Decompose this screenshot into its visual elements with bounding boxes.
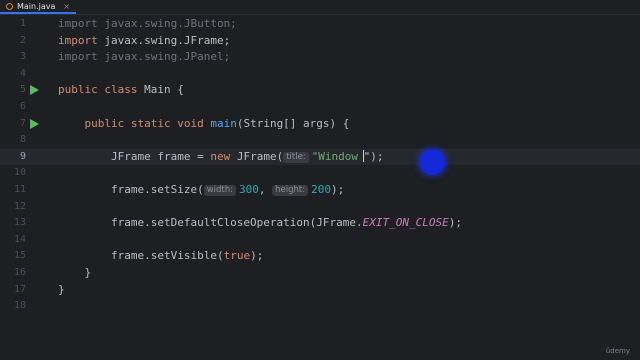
- parameter-hint: width:: [203, 185, 236, 196]
- line-number[interactable]: 1: [0, 16, 26, 33]
- code-text: frame.setSize(width: 300, height: 200);: [58, 182, 344, 199]
- code-token: }: [58, 266, 92, 279]
- code-text: frame.setVisible(true);: [58, 248, 263, 265]
- code-line[interactable]: 11 frame.setSize(width: 300, height: 200);: [0, 182, 640, 199]
- code-token: public class: [58, 83, 145, 97]
- line-number[interactable]: 2: [0, 33, 26, 50]
- code-token: import javax.swing.JButton;: [58, 17, 237, 30]
- watermark: ûdemy: [605, 347, 630, 355]
- code-token: import: [58, 33, 105, 47]
- tab-filename: Main.java: [17, 1, 56, 11]
- code-text: import javax.swing.JFrame;: [58, 33, 230, 50]
- line-number[interactable]: 18: [0, 298, 26, 315]
- code-line[interactable]: 5 public class Main {: [0, 82, 640, 99]
- parameter-hint: height:: [272, 185, 309, 196]
- editor-tab-bar: Main.java ×: [0, 0, 640, 15]
- code-line[interactable]: 18: [0, 298, 640, 315]
- code-line[interactable]: 6: [0, 99, 640, 116]
- line-number[interactable]: 9: [0, 149, 26, 166]
- line-number[interactable]: 6: [0, 99, 26, 116]
- code-text: public static void main(String[] args) {: [58, 116, 349, 133]
- tab-main-java[interactable]: Main.java ×: [0, 0, 76, 14]
- run-gutter-icon[interactable]: [30, 118, 39, 129]
- code-token: import javax.swing.JPanel;: [58, 50, 231, 64]
- code-line[interactable]: 8: [0, 132, 640, 149]
- code-editor[interactable]: 1 import javax.swing.JButton; 2 import java…: [0, 16, 640, 360]
- code-line[interactable]: 9 JFrame frame = new JFrame(title: "Windo…: [0, 148, 640, 166]
- java-file-icon: [6, 2, 13, 10]
- code-token: public static void: [58, 116, 211, 130]
- line-number[interactable]: 7: [0, 116, 26, 133]
- code-token: "Window: [311, 149, 365, 163]
- line-number[interactable]: 14: [0, 232, 26, 249]
- code-token: JFrame(: [236, 149, 284, 163]
- code-line[interactable]: 4: [0, 66, 640, 83]
- line-number[interactable]: 16: [0, 265, 26, 282]
- code-text: }: [58, 265, 91, 282]
- code-token: ,: [258, 183, 273, 196]
- code-line[interactable]: 10: [0, 165, 640, 182]
- code-line[interactable]: 14: [0, 232, 640, 249]
- code-token: (String[] args) {: [236, 116, 350, 130]
- line-number[interactable]: 12: [0, 199, 26, 216]
- code-line[interactable]: 7 public static void main(String[] args)…: [0, 116, 640, 133]
- line-number[interactable]: 4: [0, 66, 26, 83]
- code-token: true: [223, 249, 251, 263]
- code-line[interactable]: 16 }: [0, 265, 640, 282]
- parameter-hint: title:: [283, 151, 309, 163]
- code-text: JFrame frame = new JFrame(title: "Window …: [58, 149, 384, 166]
- code-text: }: [58, 282, 65, 299]
- code-token: );: [330, 183, 345, 196]
- line-number[interactable]: 10: [0, 165, 26, 182]
- run-gutter-icon[interactable]: [30, 85, 39, 96]
- line-number[interactable]: 8: [0, 132, 26, 149]
- line-number[interactable]: 3: [0, 49, 26, 66]
- line-number[interactable]: 13: [0, 215, 26, 232]
- code-token: );: [448, 216, 462, 230]
- code-line[interactable]: 12: [0, 199, 640, 216]
- code-token: EXIT_ON_CLOSE: [362, 216, 449, 230]
- code-text: public class Main {: [58, 82, 184, 99]
- code-token: new: [210, 149, 237, 163]
- code-text: import javax.swing.JButton;: [58, 16, 237, 33]
- code-token: ");: [363, 149, 384, 163]
- code-token: frame.setSize(: [58, 183, 204, 196]
- code-token: Main {: [144, 83, 184, 97]
- code-line[interactable]: 3 import javax.swing.JPanel;: [0, 49, 640, 66]
- mouse-cursor-highlight: [419, 149, 445, 175]
- close-icon[interactable]: ×: [63, 2, 70, 11]
- code-line[interactable]: 1 import javax.swing.JButton;: [0, 16, 640, 33]
- code-line[interactable]: 13 frame.setDefaultCloseOperation(JFrame…: [0, 215, 640, 232]
- code-token: JFrame frame =: [58, 149, 211, 163]
- line-number[interactable]: 5: [0, 82, 26, 99]
- code-token: frame.setDefaultCloseOperation(JFrame.: [58, 216, 363, 230]
- code-token: javax.swing.JFrame;: [104, 33, 231, 47]
- code-text: frame.setDefaultCloseOperation(JFrame.EX…: [58, 215, 462, 232]
- line-number[interactable]: 17: [0, 282, 26, 299]
- code-token: 200: [311, 183, 331, 196]
- code-token: main: [210, 116, 237, 130]
- line-number[interactable]: 15: [0, 248, 26, 265]
- code-line[interactable]: 15 frame.setVisible(true);: [0, 248, 640, 265]
- code-token: }: [58, 282, 65, 296]
- code-text: import javax.swing.JPanel;: [58, 49, 230, 66]
- code-token: frame.setVisible(: [58, 249, 224, 263]
- code-token: );: [250, 249, 264, 263]
- code-token: 300: [239, 183, 259, 196]
- line-number[interactable]: 11: [0, 182, 26, 199]
- code-line[interactable]: 17}: [0, 282, 640, 299]
- code-line[interactable]: 2 import javax.swing.JFrame;: [0, 33, 640, 50]
